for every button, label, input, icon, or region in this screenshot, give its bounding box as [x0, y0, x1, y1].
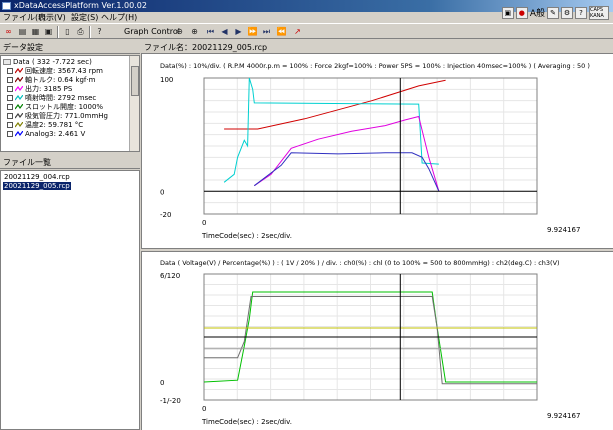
y-tick-label: 6/120 [160, 272, 180, 280]
x-tick-label: 0 [202, 219, 206, 227]
tree-item-label: 噴射時間: 2792 msec [25, 94, 97, 102]
tray-settings-icon[interactable]: ⚙ [561, 6, 573, 19]
series-legend-icon [14, 130, 24, 137]
series-line [253, 152, 440, 192]
prev-icon[interactable]: ◀ [219, 26, 230, 37]
tree-item-label: Analog3: 2.461 V [25, 130, 86, 138]
open-folder-icon[interactable]: ▤ [17, 26, 28, 37]
toolbar-separator [89, 26, 91, 38]
tree-item-label: 回転速度: 3567.43 rpm [25, 67, 103, 75]
fast-forward-icon[interactable]: ⏩ [247, 26, 258, 37]
chart-splitter[interactable] [141, 248, 613, 252]
tree-item-label: 出力: 3185 PS [25, 85, 73, 93]
first-icon[interactable]: ⏮ [205, 26, 216, 37]
app-icon [2, 2, 11, 10]
x-tick-label: 9.924167 [547, 412, 580, 420]
series-legend-icon [14, 121, 24, 128]
zoom-out-icon[interactable]: ⊖ [174, 26, 185, 37]
series-legend-icon [14, 76, 24, 83]
print-icon[interactable]: ⎙ [75, 26, 86, 37]
tree-root[interactable]: Data ( 332 -7.722 sec) [3, 58, 92, 66]
rewind-icon[interactable]: ⏪ [276, 26, 287, 37]
checkbox[interactable] [7, 68, 13, 74]
tray-pen-icon[interactable]: ✎ [547, 6, 559, 19]
file-item[interactable]: 20021129_004.rcp [3, 173, 71, 181]
tree-item-label: 温度2: 59.781 °C [25, 121, 84, 129]
y-tick-label: 0 [160, 188, 164, 196]
save-icon[interactable]: ▦ [30, 26, 41, 37]
checkbox[interactable] [7, 104, 13, 110]
chart-file-header: ファイル名：20021129_005.rcp [141, 42, 613, 54]
data-tree: Data ( 332 -7.722 sec) 回転速度: 3567.43 rpm… [0, 55, 140, 152]
x-axis-label: TimeCode(sec) : 2sec/div. [201, 232, 292, 240]
data-root-icon [3, 59, 11, 65]
page-icon[interactable]: ▯ [62, 26, 73, 37]
tree-item[interactable]: 出力: 3185 PS [7, 85, 72, 93]
y-tick-label: 0 [160, 379, 164, 387]
file-list: 20021129_004.rcp 20021129_005.rcp [0, 170, 140, 430]
chart-title: Data ( Voltage(V) / Percentage(%) ) : ( … [160, 259, 560, 267]
zoom-in-icon[interactable]: ⊕ [189, 26, 200, 37]
upper-chart[interactable]: Data(%) : 10%/div. ( R.P.M 4000r.p.m = 1… [142, 54, 613, 248]
tree-item-label: 軸トルク: 0.64 kgf·m [25, 76, 96, 84]
series-line [223, 77, 439, 183]
checkbox[interactable] [7, 113, 13, 119]
ime-indicator[interactable]: A般 [530, 6, 545, 19]
tray-red-icon[interactable]: ● [515, 6, 528, 19]
checkbox[interactable] [7, 95, 13, 101]
system-tray: ▣ ● A般 ✎ ⚙ ? CAPS KANA [501, 0, 613, 25]
menu-settings[interactable]: 設定(S) [71, 13, 98, 22]
x-tick-label: 9.924167 [547, 226, 580, 234]
series-legend-icon [14, 103, 24, 110]
data-settings-header: データ設定 [0, 42, 140, 54]
series-legend-icon [14, 67, 24, 74]
x-tick-label: 0 [202, 405, 206, 413]
series-legend-icon [14, 85, 24, 92]
help-icon[interactable]: ? [94, 26, 105, 37]
checkbox[interactable] [7, 77, 13, 83]
tray-help-icon[interactable]: ? [575, 6, 587, 19]
checkbox[interactable] [7, 122, 13, 128]
lower-chart[interactable]: Data ( Voltage(V) / Percentage(%) ) : ( … [142, 252, 613, 430]
toolbar-separator [57, 26, 59, 38]
tray-app-icon[interactable]: ▣ [501, 6, 514, 19]
link-icon[interactable]: ∞ [3, 26, 14, 37]
y-tick-label: 100 [160, 76, 173, 84]
x-axis-label: TimeCode(sec) : 2sec/div. [201, 418, 292, 426]
tree-scrollbar[interactable] [129, 56, 139, 151]
y-tick-label: -20 [160, 211, 171, 219]
chart-icon[interactable]: ↗ [292, 26, 303, 37]
tree-item[interactable]: 軸トルク: 0.64 kgf·m [7, 76, 95, 84]
checkbox[interactable] [7, 131, 13, 137]
toolbar: ∞ ▤ ▦ ▣ ▯ ⎙ ? Graph Control ⊖ ⊕ ⏮ ◀ ▶ ⏩ … [0, 23, 613, 39]
menu-view[interactable]: 表示(V) [38, 13, 66, 22]
tree-item-label: スロットル開度: 1000% [25, 103, 104, 111]
tree-item[interactable]: 温度2: 59.781 °C [7, 121, 83, 129]
file-item-selected[interactable]: 20021129_005.rcp [3, 182, 71, 190]
caps-kana-indicator: CAPS KANA [589, 5, 609, 20]
next-icon[interactable]: ▶ [233, 26, 244, 37]
window-title: xDataAccessPlatform Ver.1.00.02 [14, 1, 147, 10]
series-legend-icon [14, 94, 24, 101]
tree-item-label: 吸気管圧力: 771.0mmHg [25, 112, 108, 120]
tree-item[interactable]: スロットル開度: 1000% [7, 103, 103, 111]
graph-control-label: Graph Control [124, 27, 180, 36]
scroll-thumb[interactable] [131, 66, 139, 96]
checkbox[interactable] [7, 86, 13, 92]
save-as-icon[interactable]: ▣ [43, 26, 54, 37]
tree-item[interactable]: 噴射時間: 2792 msec [7, 94, 96, 102]
y-tick-label: -1/-20 [160, 397, 181, 405]
series-line [224, 79, 446, 130]
last-icon[interactable]: ⏭ [261, 26, 272, 37]
chart-area: Data(%) : 10%/div. ( R.P.M 4000r.p.m = 1… [141, 54, 613, 430]
tree-item[interactable]: 吸気管圧力: 771.0mmHg [7, 112, 108, 120]
file-list-header: ファイル一覧 [0, 157, 140, 169]
tree-item[interactable]: 回転速度: 3567.43 rpm [7, 67, 103, 75]
tree-item[interactable]: Analog3: 2.461 V [7, 130, 85, 138]
series-legend-icon [14, 112, 24, 119]
chart-title: Data(%) : 10%/div. ( R.P.M 4000r.p.m = 1… [160, 62, 590, 70]
menu-help[interactable]: ヘルプ(H) [101, 13, 137, 22]
